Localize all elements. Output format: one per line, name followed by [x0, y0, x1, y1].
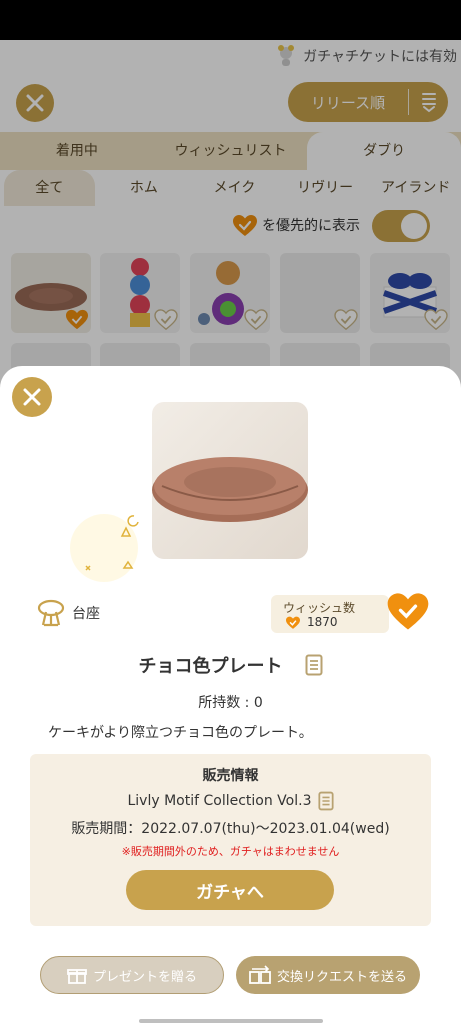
- document-icon[interactable]: [305, 654, 323, 676]
- heart-icon: [286, 616, 300, 629]
- exchange-label: 交換リクエストを送る: [276, 969, 407, 985]
- exchange-icon: [249, 965, 271, 984]
- category-label: 台座: [72, 606, 100, 622]
- owned-count: 所持数 : 0: [198, 695, 263, 711]
- sale-period: 販売期間：2022.07.07(thu)〜2023.01.04(wed): [71, 821, 390, 837]
- exchange-request-button[interactable]: 交換リクエストを送る: [236, 956, 420, 994]
- plate-illustration: [152, 457, 308, 522]
- item-detail-sheet: 台座 ウィッシュ数 1870 チョコ色プレート 所持数 : 0 ケーキがより際立…: [0, 366, 461, 1024]
- item-title-row: チョコ色プレート: [0, 652, 461, 678]
- status-bar: [0, 0, 461, 40]
- wish-label: ウィッシュ数: [283, 601, 356, 615]
- document-icon[interactable]: [317, 791, 334, 811]
- pedestal-icon: [37, 599, 65, 627]
- wish-count: 1870: [307, 615, 338, 629]
- close-button[interactable]: [12, 377, 52, 417]
- sparkle-decoration: [70, 514, 139, 582]
- wish-count-box: ウィッシュ数 1870: [271, 595, 389, 633]
- present-button[interactable]: プレゼントを贈る: [40, 956, 224, 994]
- item-image: [152, 402, 308, 559]
- collection-name: Livly Motif Collection Vol.3: [127, 793, 312, 809]
- wish-heart-button[interactable]: [385, 592, 431, 632]
- home-indicator[interactable]: [139, 1019, 323, 1023]
- sale-warning: ※販売期間外のため、ガチャはまわせません: [121, 845, 340, 858]
- item-name: チョコ色プレート: [138, 656, 283, 677]
- category: 台座: [36, 598, 100, 628]
- gift-icon: [67, 969, 87, 984]
- gacha-button[interactable]: ガチャへ: [126, 870, 334, 910]
- sale-info-box: 販売情報 Livly Motif Collection Vol.3 販売期間：2…: [30, 754, 431, 926]
- sale-header: 販売情報: [202, 768, 259, 784]
- close-icon: [23, 388, 41, 406]
- item-description: ケーキがより際立つチョコ色のプレート。: [48, 725, 313, 741]
- collection-row: Livly Motif Collection Vol.3: [30, 791, 431, 811]
- present-label: プレゼントを贈る: [92, 969, 197, 985]
